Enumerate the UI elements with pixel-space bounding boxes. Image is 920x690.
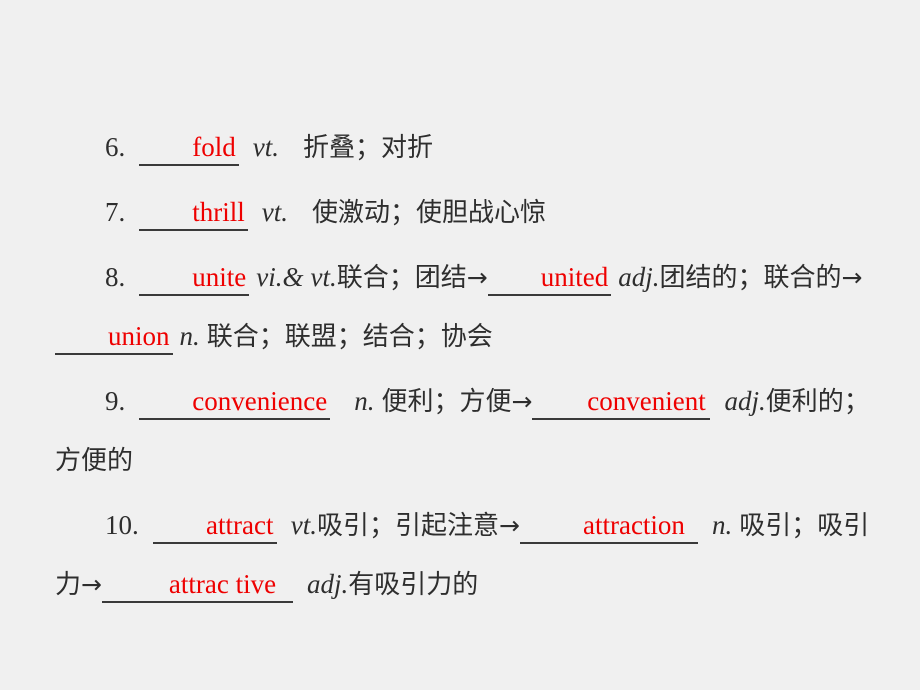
part-of-speech: n. — [179, 321, 200, 351]
part-of-speech: adj. — [724, 386, 766, 416]
derivation-arrow-icon: → — [511, 387, 533, 416]
chinese-gloss: 联合；团结 — [336, 263, 467, 293]
chinese-gloss: 使激动；使胆战心惊 — [312, 198, 547, 228]
chinese-gloss: 折叠；对折 — [303, 133, 434, 163]
vocab-entry-10: 10. attract vt.吸引；引起注意→ attraction n. 吸引；吸引力→… — [55, 496, 885, 614]
part-of-speech-vi: vi.& — [256, 262, 304, 292]
answer-blank-union[interactable]: union — [55, 320, 173, 355]
chinese-gloss-derivation: 有吸引力的 — [348, 570, 479, 600]
derivation-arrow-icon: → — [841, 263, 863, 292]
chinese-gloss: 便利；方便 — [381, 387, 512, 417]
entry-number: 9. — [105, 386, 126, 416]
answer-blank-convenient[interactable]: convenient — [532, 385, 711, 420]
answer-blank-attraction[interactable]: attraction — [519, 509, 698, 544]
entry-number: 6. — [105, 132, 126, 162]
part-of-speech: adj. — [618, 262, 660, 292]
part-of-speech: n. — [354, 386, 375, 416]
entry-number: 8. — [105, 262, 126, 292]
answer-blank-attract[interactable]: attract — [152, 509, 277, 544]
answer-blank-convenience[interactable]: convenience — [139, 385, 331, 420]
part-of-speech: adj. — [306, 569, 349, 599]
chinese-gloss-derivation: 联合；联盟；结合；协会 — [206, 322, 493, 352]
derivation-arrow-icon: → — [466, 263, 488, 292]
entry-number: 7. — [105, 197, 126, 227]
part-of-speech: vt. — [290, 510, 317, 540]
answer-blank-fold[interactable]: fold — [139, 131, 239, 166]
vocab-entry-6: 6. fold vt. 折叠；对折 — [55, 118, 885, 177]
vocabulary-list: 6. fold vt. 折叠；对折 7. thrill vt. 使激动；使胆战心惊 8. un… — [55, 118, 885, 620]
derivation-arrow-icon: → — [499, 511, 520, 540]
derivation-arrow-icon: → — [81, 570, 102, 599]
vocab-entry-7: 7. thrill vt. 使激动；使胆战心惊 — [55, 183, 885, 242]
chinese-gloss-derivation: 团结的；联合的 — [659, 263, 842, 293]
vocab-entry-8: 8. unite vi.& vt.联合；团结→ united adj.团结的；联合的→un… — [55, 248, 885, 366]
slide-canvas: 6. fold vt. 折叠；对折 7. thrill vt. 使激动；使胆战心惊 8. un… — [0, 0, 920, 690]
answer-blank-united[interactable]: united — [487, 261, 612, 296]
answer-blank-attractive[interactable]: attrac tive — [101, 568, 293, 603]
part-of-speech: vt. — [261, 197, 288, 227]
chinese-gloss: 吸引；引起注意 — [317, 511, 500, 541]
part-of-speech-vt: vt. — [310, 262, 337, 292]
answer-blank-thrill[interactable]: thrill — [139, 196, 248, 231]
vocab-entry-9: 9. convenience n. 便利；方便→ convenient adj.便利的；方… — [55, 372, 885, 490]
entry-number: 10. — [105, 510, 139, 540]
part-of-speech: vt. — [252, 132, 279, 162]
part-of-speech: n. — [711, 510, 733, 540]
answer-blank-unite[interactable]: unite — [139, 261, 250, 296]
